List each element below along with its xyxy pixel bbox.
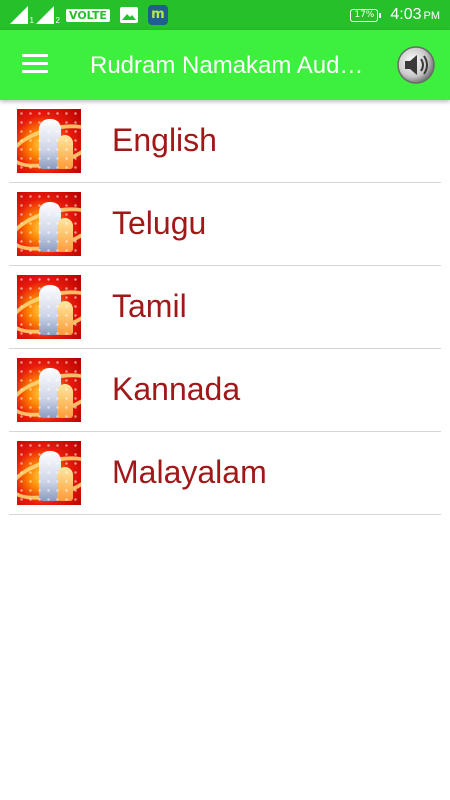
clock: 4:03 PM	[390, 6, 440, 24]
signal-sim1-icon: 1	[10, 6, 34, 25]
signal-sim2-icon: 2	[36, 6, 60, 25]
m-app-notification-icon: m	[147, 5, 168, 25]
shiva-thumbnail-image	[17, 192, 81, 256]
hamburger-menu-icon[interactable]	[22, 54, 48, 76]
list-item-tamil[interactable]: Tamil	[9, 266, 441, 349]
sim1-label: 1	[29, 16, 34, 25]
list-item-telugu[interactable]: Telugu	[9, 183, 441, 266]
status-bar-right: 17% 4:03 PM	[350, 0, 440, 30]
list-item-label: Tamil	[112, 288, 187, 324]
list-item-label: English	[112, 122, 217, 158]
clock-ampm: PM	[423, 10, 441, 22]
list-item-label: Malayalam	[112, 454, 267, 490]
shiva-thumbnail-image	[17, 358, 81, 422]
language-list: English Telugu Tamil Kannada Malayalam	[9, 100, 441, 515]
app-title: Rudram Namakam Aud…	[90, 52, 364, 79]
status-bar-left: 1 2 VOLTE m	[10, 4, 168, 26]
list-item-english[interactable]: English	[9, 100, 441, 183]
sim2-label: 2	[55, 16, 60, 25]
shiva-thumbnail-image	[17, 275, 81, 339]
list-item-label: Telugu	[112, 205, 207, 241]
list-item-malayalam[interactable]: Malayalam	[9, 432, 441, 515]
app-bar: Rudram Namakam Aud…	[0, 30, 450, 100]
shiva-thumbnail-image	[17, 109, 81, 173]
clock-time: 4:03	[390, 6, 422, 23]
gallery-notification-icon	[119, 7, 138, 23]
status-bar: 1 2 VOLTE m 17% 4:03 PM	[0, 0, 450, 30]
volte-badge: VOLTE	[66, 8, 110, 22]
shiva-thumbnail-image	[17, 441, 81, 505]
battery-icon: 17%	[350, 8, 382, 22]
speaker-icon[interactable]	[396, 45, 436, 85]
list-item-label: Kannada	[112, 371, 241, 407]
list-item-kannada[interactable]: Kannada	[9, 349, 441, 432]
